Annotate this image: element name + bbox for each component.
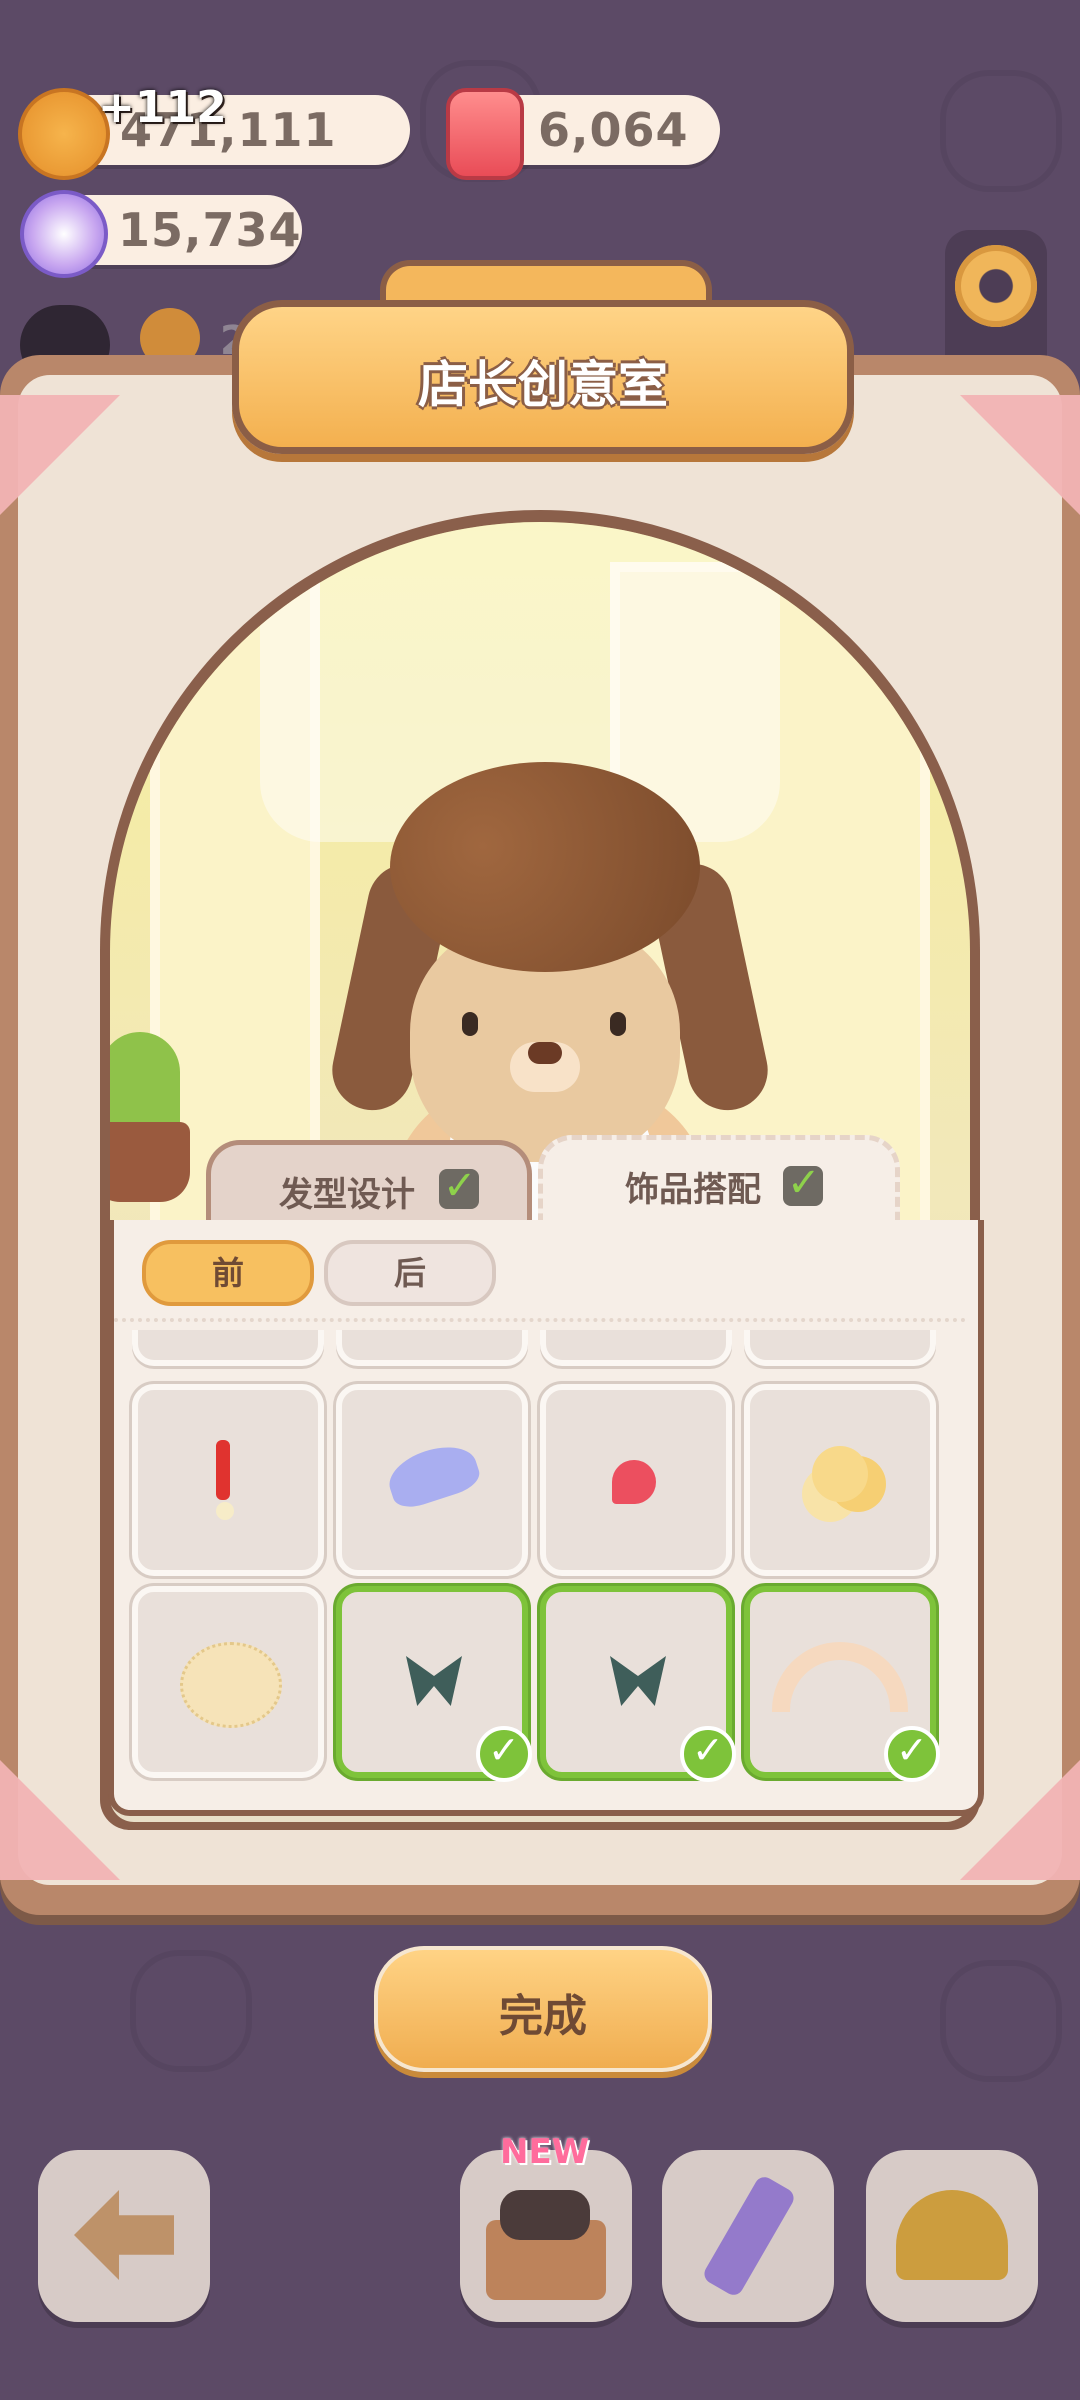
design-tools-button[interactable] <box>662 2150 834 2322</box>
item-slot-partial[interactable] <box>336 1330 528 1366</box>
character-eye <box>610 1012 626 1036</box>
check-icon <box>439 1163 479 1209</box>
new-badge: NEW <box>500 2132 590 2172</box>
cream-bonnet-icon <box>180 1642 282 1728</box>
item-slot-partial[interactable] <box>132 1330 324 1366</box>
gear-icon[interactable] <box>955 245 1037 327</box>
item-slot-partial[interactable] <box>540 1330 732 1366</box>
title-banner: 店长创意室 <box>232 300 854 454</box>
back-button[interactable] <box>38 2150 210 2322</box>
red-ribbon-icon <box>216 1440 230 1500</box>
background-doodle <box>940 1960 1062 2082</box>
character-eye <box>462 1012 478 1036</box>
yellow-flower-icon <box>812 1446 868 1502</box>
lace-headband-icon <box>772 1642 908 1712</box>
item-slot[interactable] <box>132 1586 324 1778</box>
teal-bow-icon <box>406 1656 462 1706</box>
build-button[interactable] <box>866 2150 1038 2322</box>
segment-back[interactable]: 后 <box>324 1240 496 1306</box>
character-nose <box>528 1042 562 1064</box>
teal-bow-icon <box>610 1656 666 1706</box>
hardhat-icon <box>896 2190 1008 2280</box>
item-slot[interactable] <box>744 1384 936 1576</box>
item-slot[interactable] <box>540 1384 732 1576</box>
equipped-check-icon <box>884 1726 940 1782</box>
strawberry-clip-icon <box>612 1460 656 1504</box>
tab-label: 发型设计 <box>279 1175 415 1215</box>
pencil-ruler-icon <box>700 2173 798 2299</box>
item-slot-equipped[interactable] <box>744 1586 940 1782</box>
equipped-check-icon <box>680 1726 736 1782</box>
item-slot-partial[interactable] <box>744 1330 936 1366</box>
check-icon <box>783 1160 823 1206</box>
page-title: 店长创意室 <box>418 356 668 414</box>
equipped-check-icon <box>476 1726 532 1782</box>
plant-pot <box>110 1122 190 1202</box>
afro-hair <box>390 762 700 972</box>
item-slot-equipped[interactable] <box>336 1586 532 1782</box>
lavender-bow-icon <box>382 1437 484 1513</box>
cookie-gain-label: +112 <box>98 82 227 133</box>
tab-accessories[interactable]: 饰品搭配 <box>538 1135 900 1232</box>
pearl-icon <box>216 1502 234 1520</box>
tab-label: 饰品搭配 <box>625 1170 761 1210</box>
gift-box-button[interactable] <box>460 2150 632 2322</box>
background-doodle <box>940 70 1062 192</box>
candy-count: 15,734 <box>118 203 302 257</box>
done-label: 完成 <box>499 1991 587 2042</box>
panel-divider <box>114 1318 966 1328</box>
background-doodle <box>130 1950 252 2072</box>
item-slot[interactable] <box>132 1384 324 1576</box>
item-slot-equipped[interactable] <box>540 1586 736 1782</box>
item-slot[interactable] <box>336 1384 528 1576</box>
done-button[interactable]: 完成 <box>374 1946 712 2072</box>
jam-jar-icon <box>446 88 524 180</box>
gift-contents <box>500 2190 590 2240</box>
cookie-icon <box>18 88 110 180</box>
gem-count: 6,064 <box>538 103 689 157</box>
segment-front[interactable]: 前 <box>142 1240 314 1306</box>
back-arrow-icon <box>74 2190 174 2280</box>
candy-icon <box>20 190 108 278</box>
